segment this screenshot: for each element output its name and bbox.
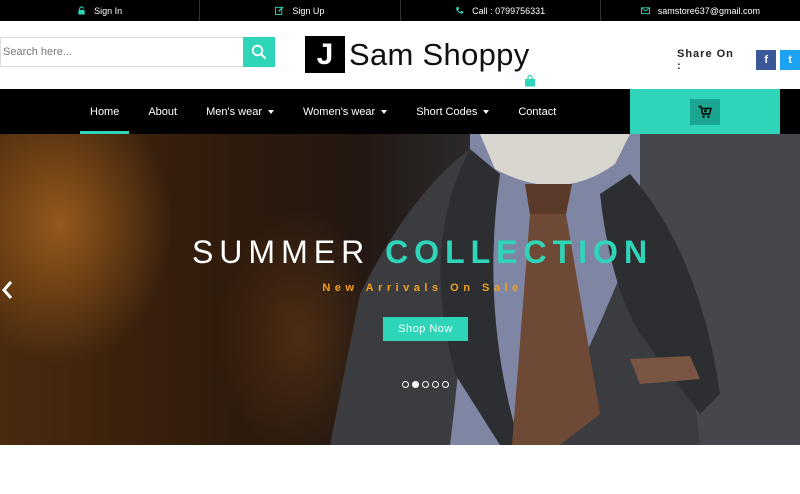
nav-home[interactable]: Home <box>80 89 130 134</box>
logo-text: Sam Shoppy <box>349 36 530 72</box>
hero-slider: SUMMER COLLECTION New Arrivals On Sale S… <box>0 134 800 445</box>
nav-about[interactable]: About <box>138 89 187 134</box>
cart-area <box>630 89 780 134</box>
nav-about-label: About <box>148 105 178 118</box>
email-address: samstore637@gmail.com <box>657 5 760 16</box>
nav-short-codes[interactable]: Short Codes <box>406 89 499 134</box>
nav-womens-wear[interactable]: Women's wear <box>293 89 397 134</box>
phone-number: Call : 0799756331 <box>472 5 546 16</box>
nav-contact[interactable]: Contact <box>508 89 566 134</box>
cart-button[interactable] <box>690 98 720 125</box>
caret-down-icon <box>483 109 490 114</box>
unlock-icon <box>77 6 86 15</box>
slider-dots <box>402 381 449 388</box>
nav-home-label: Home <box>90 105 120 118</box>
top-bar: Sign In Sign Up Call : 0799756331 samsto… <box>0 0 800 21</box>
cart-icon <box>698 105 712 118</box>
slide-dot[interactable] <box>402 381 409 388</box>
hero-title-main: SUMMER <box>191 234 371 270</box>
hero-title-accent: COLLECTION <box>385 234 654 270</box>
twitter-icon[interactable]: t <box>780 50 800 70</box>
edit-icon <box>275 6 284 15</box>
nav-mens-wear[interactable]: Men's wear <box>196 89 284 134</box>
facebook-icon[interactable]: f <box>756 50 777 70</box>
slide-dot-active[interactable] <box>412 381 419 388</box>
share-label: Share On : <box>677 48 734 72</box>
sign-up-label: Sign Up <box>292 5 325 16</box>
sign-up-link[interactable]: Sign Up <box>200 0 401 21</box>
search-form <box>0 37 275 67</box>
slide-dot[interactable] <box>432 381 439 388</box>
hero-subtitle: New Arrivals On Sale <box>322 282 523 294</box>
nav-short-codes-label: Short Codes <box>416 105 478 118</box>
envelope-icon <box>640 6 650 15</box>
prev-arrow-icon[interactable] <box>1 280 13 300</box>
site-logo[interactable]: J Sam Shoppy <box>305 36 535 87</box>
search-input[interactable] <box>0 37 243 67</box>
sign-in-link[interactable]: Sign In <box>0 0 201 21</box>
call-info: Call : 0799756331 <box>401 0 601 21</box>
search-icon <box>251 44 267 60</box>
share-on: Share On : f t <box>677 48 800 72</box>
nav-contact-label: Contact <box>518 105 557 118</box>
logo-mark: J <box>305 36 345 73</box>
nav-womens-wear-label: Women's wear <box>303 105 376 118</box>
shopping-bag-icon <box>525 75 535 87</box>
search-button[interactable] <box>243 37 275 67</box>
shop-now-button[interactable]: Shop Now <box>383 317 468 341</box>
email-link[interactable]: samstore637@gmail.com <box>601 0 800 21</box>
caret-down-icon <box>268 109 274 114</box>
slide-dot[interactable] <box>442 381 449 388</box>
sign-in-label: Sign In <box>94 5 123 16</box>
phone-icon <box>455 6 464 15</box>
slide-dot[interactable] <box>422 381 429 388</box>
hero-title: SUMMER COLLECTION <box>0 234 800 271</box>
caret-down-icon <box>381 109 388 114</box>
nav-mens-wear-label: Men's wear <box>206 105 262 118</box>
